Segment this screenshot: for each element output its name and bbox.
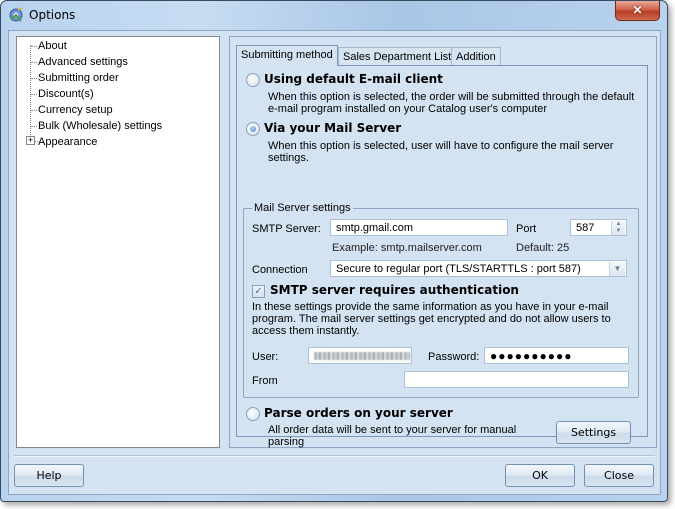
window-title: Options xyxy=(29,8,76,22)
dialog-body: About Advanced settings Submitting order… xyxy=(8,30,661,495)
app-settings-icon xyxy=(9,7,23,22)
tree-connector xyxy=(31,78,37,79)
connection-selected-value: Secure to regular port (TLS/STARTTLS : p… xyxy=(336,263,581,275)
tab-submitting-method[interactable]: Submitting method xyxy=(236,45,338,66)
smtp-auth-checkbox[interactable]: ✓ xyxy=(252,285,265,298)
from-input[interactable] xyxy=(404,371,629,388)
tree-item-submitting-order[interactable]: Submitting order xyxy=(38,70,119,86)
ok-button[interactable]: OK xyxy=(505,464,575,487)
port-value: 587 xyxy=(576,222,595,234)
user-label: User: xyxy=(252,351,279,363)
tree-connector xyxy=(31,94,37,95)
footer-divider xyxy=(14,455,655,457)
tab-addition[interactable]: Addition xyxy=(451,47,501,66)
password-input[interactable]: ●●●●●●●●●● xyxy=(484,347,629,364)
default-email-client-label[interactable]: Using default E-mail client xyxy=(264,72,443,86)
smtp-server-input[interactable]: smtp.gmail.com xyxy=(330,219,508,236)
tree-item-advanced-settings[interactable]: Advanced settings xyxy=(38,54,128,70)
expand-plus-icon[interactable]: + xyxy=(26,136,35,145)
redacted-username xyxy=(314,352,410,360)
chevron-down-icon[interactable]: ▼ xyxy=(609,262,625,276)
tree-connector xyxy=(31,126,37,127)
port-spinner[interactable]: 587 ▲ ▼ xyxy=(570,219,627,236)
tree-item-discounts[interactable]: Discount(s) xyxy=(38,86,94,102)
parse-orders-description: All order data will be sent to your serv… xyxy=(268,424,517,448)
default-email-client-radio[interactable] xyxy=(246,73,260,87)
smtp-auth-description: In these settings provide the same infor… xyxy=(252,301,611,337)
close-icon: ✕ xyxy=(632,3,643,17)
connection-select[interactable]: Secure to regular port (TLS/STARTTLS : p… xyxy=(330,260,627,277)
mail-server-radio[interactable] xyxy=(246,122,260,136)
smtp-auth-label[interactable]: SMTP server requires authentication xyxy=(270,283,519,297)
title-bar[interactable]: Options ✕ xyxy=(1,1,667,29)
default-email-client-description: When this option is selected, the order … xyxy=(268,91,635,115)
parse-orders-label[interactable]: Parse orders on your server xyxy=(264,406,453,420)
tree-connector xyxy=(31,110,37,111)
mail-server-description: When this option is selected, user will … xyxy=(268,140,614,164)
window-close-button[interactable]: ✕ xyxy=(615,1,660,21)
submitting-method-page: Using default E-mail client When this op… xyxy=(236,65,648,448)
parse-settings-button[interactable]: Settings xyxy=(556,421,631,444)
mail-server-label[interactable]: Via your Mail Server xyxy=(264,121,401,135)
spin-down-icon[interactable]: ▼ xyxy=(612,228,625,235)
tree-item-currency-setup[interactable]: Currency setup xyxy=(38,102,113,118)
options-tree[interactable]: About Advanced settings Submitting order… xyxy=(16,36,220,448)
tree-connector xyxy=(31,62,37,63)
options-dialog: Options ✕ About Advanced settings Submit… xyxy=(0,0,668,502)
connection-label: Connection xyxy=(252,264,308,276)
spin-up-icon[interactable]: ▲ xyxy=(612,221,625,228)
from-label: From xyxy=(252,375,278,387)
user-input[interactable] xyxy=(308,347,412,364)
tab-sales-department-list[interactable]: Sales Department List xyxy=(338,47,457,66)
group-title: Mail Server settings xyxy=(252,202,353,215)
password-label: Password: xyxy=(428,351,480,363)
help-button[interactable]: Help xyxy=(14,464,84,487)
close-button[interactable]: Close xyxy=(584,464,654,487)
smtp-server-label: SMTP Server: xyxy=(252,223,321,235)
port-spin-buttons[interactable]: ▲ ▼ xyxy=(611,221,625,235)
tree-connector xyxy=(31,46,37,47)
mail-server-settings-group: Mail Server settings SMTP Server: smtp.g… xyxy=(243,202,639,398)
tree-item-appearance[interactable]: Appearance xyxy=(38,134,97,150)
port-default-hint: Default: 25 xyxy=(516,242,570,254)
port-label: Port xyxy=(516,223,537,235)
tree-item-about[interactable]: About xyxy=(38,38,67,54)
parse-orders-radio[interactable] xyxy=(246,407,260,421)
settings-panel: Submitting method Sales Department List … xyxy=(229,36,657,448)
smtp-example-hint: Example: smtp.mailserver.com xyxy=(332,242,482,254)
tree-item-bulk-settings[interactable]: Bulk (Wholesale) settings xyxy=(38,118,162,134)
